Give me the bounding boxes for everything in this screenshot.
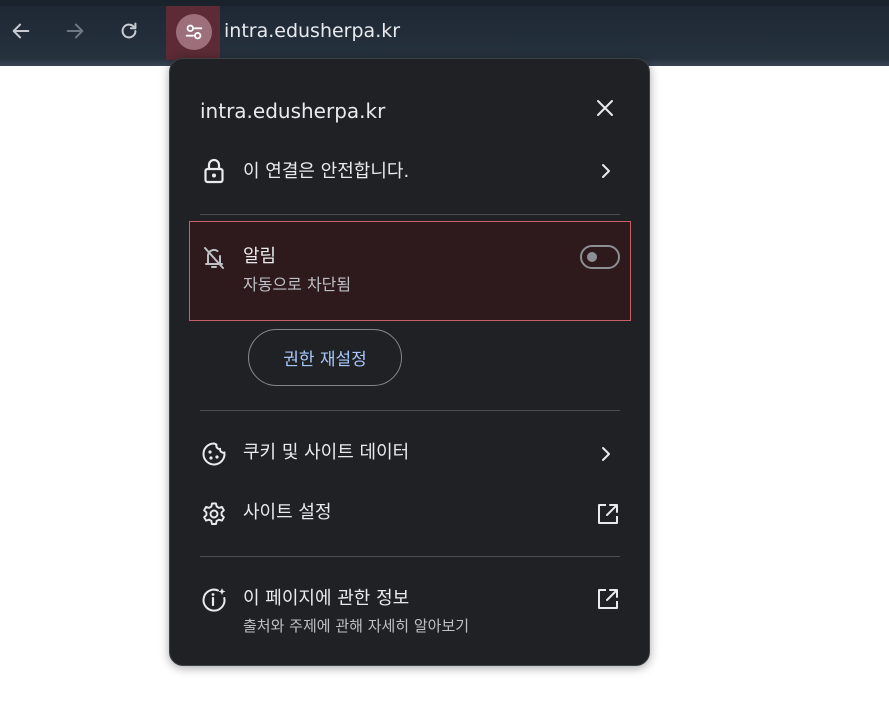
site-settings-label: 사이트 설정 — [243, 502, 332, 523]
connection-row[interactable]: 이 연결은 안전합니다. — [170, 147, 651, 195]
chevron-right-icon — [600, 446, 612, 466]
site-info-highlight — [166, 6, 220, 60]
gear-icon — [200, 500, 228, 528]
open-in-new-icon — [596, 587, 620, 615]
arrow-left-icon — [12, 23, 30, 39]
page-info-label: 이 페이지에 관한 정보 — [243, 588, 410, 609]
cookie-icon — [200, 440, 228, 468]
divider — [200, 556, 620, 557]
page-info-sub: 출처와 주제에 관해 자세히 알아보기 — [243, 617, 470, 635]
tune-icon — [185, 24, 203, 40]
open-in-new-icon — [596, 502, 620, 530]
cookies-row[interactable]: 쿠키 및 사이트 데이터 — [170, 429, 651, 479]
forward-button[interactable] — [58, 14, 92, 48]
close-button[interactable] — [594, 97, 616, 119]
cookies-label: 쿠키 및 사이트 데이터 — [243, 442, 410, 463]
divider — [200, 214, 620, 215]
arrow-right-icon — [66, 23, 84, 39]
browser-toolbar: intra.edusherpa.kr — [0, 0, 889, 66]
info-sparkle-icon — [200, 586, 228, 614]
back-button[interactable] — [4, 14, 38, 48]
reload-button[interactable] — [112, 14, 146, 48]
close-icon — [597, 100, 613, 116]
bell-off-icon — [200, 244, 228, 272]
address-bar-url[interactable]: intra.edusherpa.kr — [224, 19, 400, 43]
notifications-toggle[interactable] — [580, 245, 620, 269]
site-info-button[interactable] — [176, 14, 212, 50]
notifications-label: 알림 — [243, 246, 277, 267]
connection-label: 이 연결은 안전합니다. — [243, 161, 410, 182]
divider — [200, 410, 620, 411]
reload-icon — [121, 22, 137, 39]
lock-icon — [200, 157, 228, 185]
reset-permissions-button[interactable]: 권한 재설정 — [248, 329, 402, 386]
toggle-knob — [587, 252, 597, 262]
toolbar-top-strip — [0, 0, 889, 6]
page-info-row[interactable]: 이 페이지에 관한 정보 출처와 주제에 관해 자세히 알아보기 — [170, 573, 651, 643]
site-info-popup: intra.edusherpa.kr 이 연결은 안전합니다. 알림 자동으로 … — [169, 58, 650, 666]
notifications-row — [189, 221, 631, 321]
chevron-right-icon — [600, 163, 612, 183]
notifications-status: 자동으로 차단됨 — [243, 275, 352, 294]
site-settings-row[interactable]: 사이트 설정 — [170, 489, 651, 539]
popup-title: intra.edusherpa.kr — [200, 99, 386, 123]
